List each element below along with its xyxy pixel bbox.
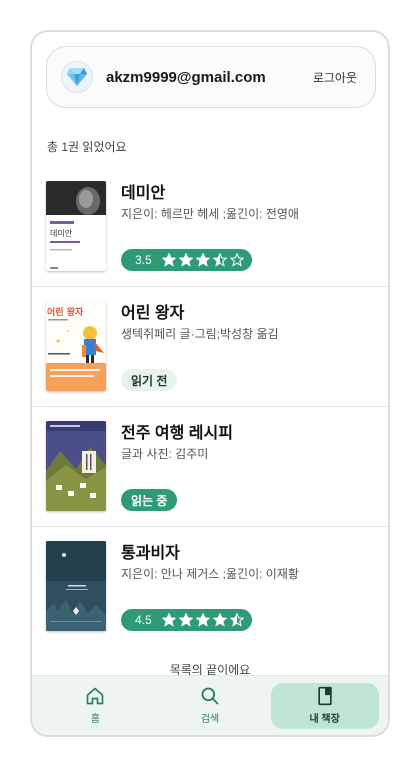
account-card: akzm9999@gmail.com 로그아웃 — [46, 46, 376, 108]
bookshelf-icon — [317, 686, 332, 706]
star-icon — [161, 613, 176, 627]
star-icon — [229, 253, 244, 267]
nav-home[interactable]: 홈 — [41, 683, 149, 729]
home-icon — [86, 687, 104, 705]
book-cover-demian: 데미안 — [46, 181, 106, 271]
nav-label: 홈 — [90, 714, 100, 725]
status-badge-reading: 읽는 중 — [121, 489, 178, 511]
nav-label: 내 책장 — [309, 714, 340, 725]
rating-badge: 4.5 — [121, 609, 252, 631]
book-item-transit-visa[interactable]: 통과비자 지은이: 안나 제거스 ;옮긴이: 이재황 4.5 — [32, 527, 388, 647]
book-author: 글과 사진: 김주미 — [121, 447, 209, 461]
rating-value: 4.5 — [135, 613, 152, 627]
book-title: 데미안 — [121, 185, 166, 202]
book-list: 데미안 데미안 지은이: 헤르만 헤세 ;옮긴이: 전영애 3.5 어린 왕자 — [32, 167, 388, 647]
rating-value: 3.5 — [135, 253, 152, 267]
account-email: akzm9999@gmail.com — [106, 68, 266, 86]
book-author: 지은이: 헤르만 헤세 ;옮긴이: 전영애 — [121, 207, 299, 221]
book-cover-jeonju-travel — [46, 421, 106, 511]
status-badge-todo: 읽기 전 — [121, 369, 178, 391]
book-cover-transit-visa — [46, 541, 106, 631]
avatar — [61, 61, 93, 93]
book-cover-little-prince: 어린 왕자 — [46, 301, 106, 391]
star-icon — [195, 613, 210, 627]
search-icon — [201, 687, 219, 705]
book-author: 지은이: 안나 제거스 ;옮긴이: 이재황 — [121, 567, 299, 581]
book-item-demian[interactable]: 데미안 데미안 지은이: 헤르만 헤세 ;옮긴이: 전영애 3.5 — [32, 167, 388, 287]
star-icon — [195, 253, 210, 267]
star-icon — [212, 253, 227, 267]
nav-label: 검색 — [200, 714, 220, 725]
rating-badge: 3.5 — [121, 249, 252, 271]
read-count-text: 총 1권 읽었어요 — [47, 140, 127, 154]
book-item-little-prince[interactable]: 어린 왕자 어린 왕자 생텍쥐페리 글·그림;박성창 옮김 읽기 전 — [32, 287, 388, 407]
star-rating — [161, 253, 244, 267]
svg-text:어린 왕자: 어린 왕자 — [47, 306, 84, 318]
nav-search[interactable]: 검색 — [156, 683, 264, 729]
star-rating — [161, 613, 244, 627]
svg-text:데미안: 데미안 — [50, 228, 73, 238]
book-title: 전주 여행 레시피 — [121, 425, 233, 442]
app-screen: akzm9999@gmail.com 로그아웃 총 1권 읽었어요 데미안 데미… — [30, 30, 390, 737]
bottom-navigation: 홈 검색 내 책장 — [32, 675, 388, 735]
logout-button[interactable]: 로그아웃 — [307, 65, 363, 90]
star-icon — [161, 253, 176, 267]
star-icon — [178, 613, 193, 627]
book-title: 어린 왕자 — [121, 305, 185, 322]
star-icon — [229, 613, 244, 627]
star-icon — [212, 613, 227, 627]
nav-my-bookshelf[interactable]: 내 책장 — [270, 682, 379, 729]
book-author: 생텍쥐페리 글·그림;박성창 옮김 — [121, 327, 279, 341]
book-title: 통과비자 — [121, 545, 180, 562]
book-item-jeonju-travel[interactable]: 전주 여행 레시피 글과 사진: 김주미 읽는 중 — [32, 407, 388, 527]
star-icon — [178, 253, 193, 267]
diamond-icon — [67, 68, 87, 86]
